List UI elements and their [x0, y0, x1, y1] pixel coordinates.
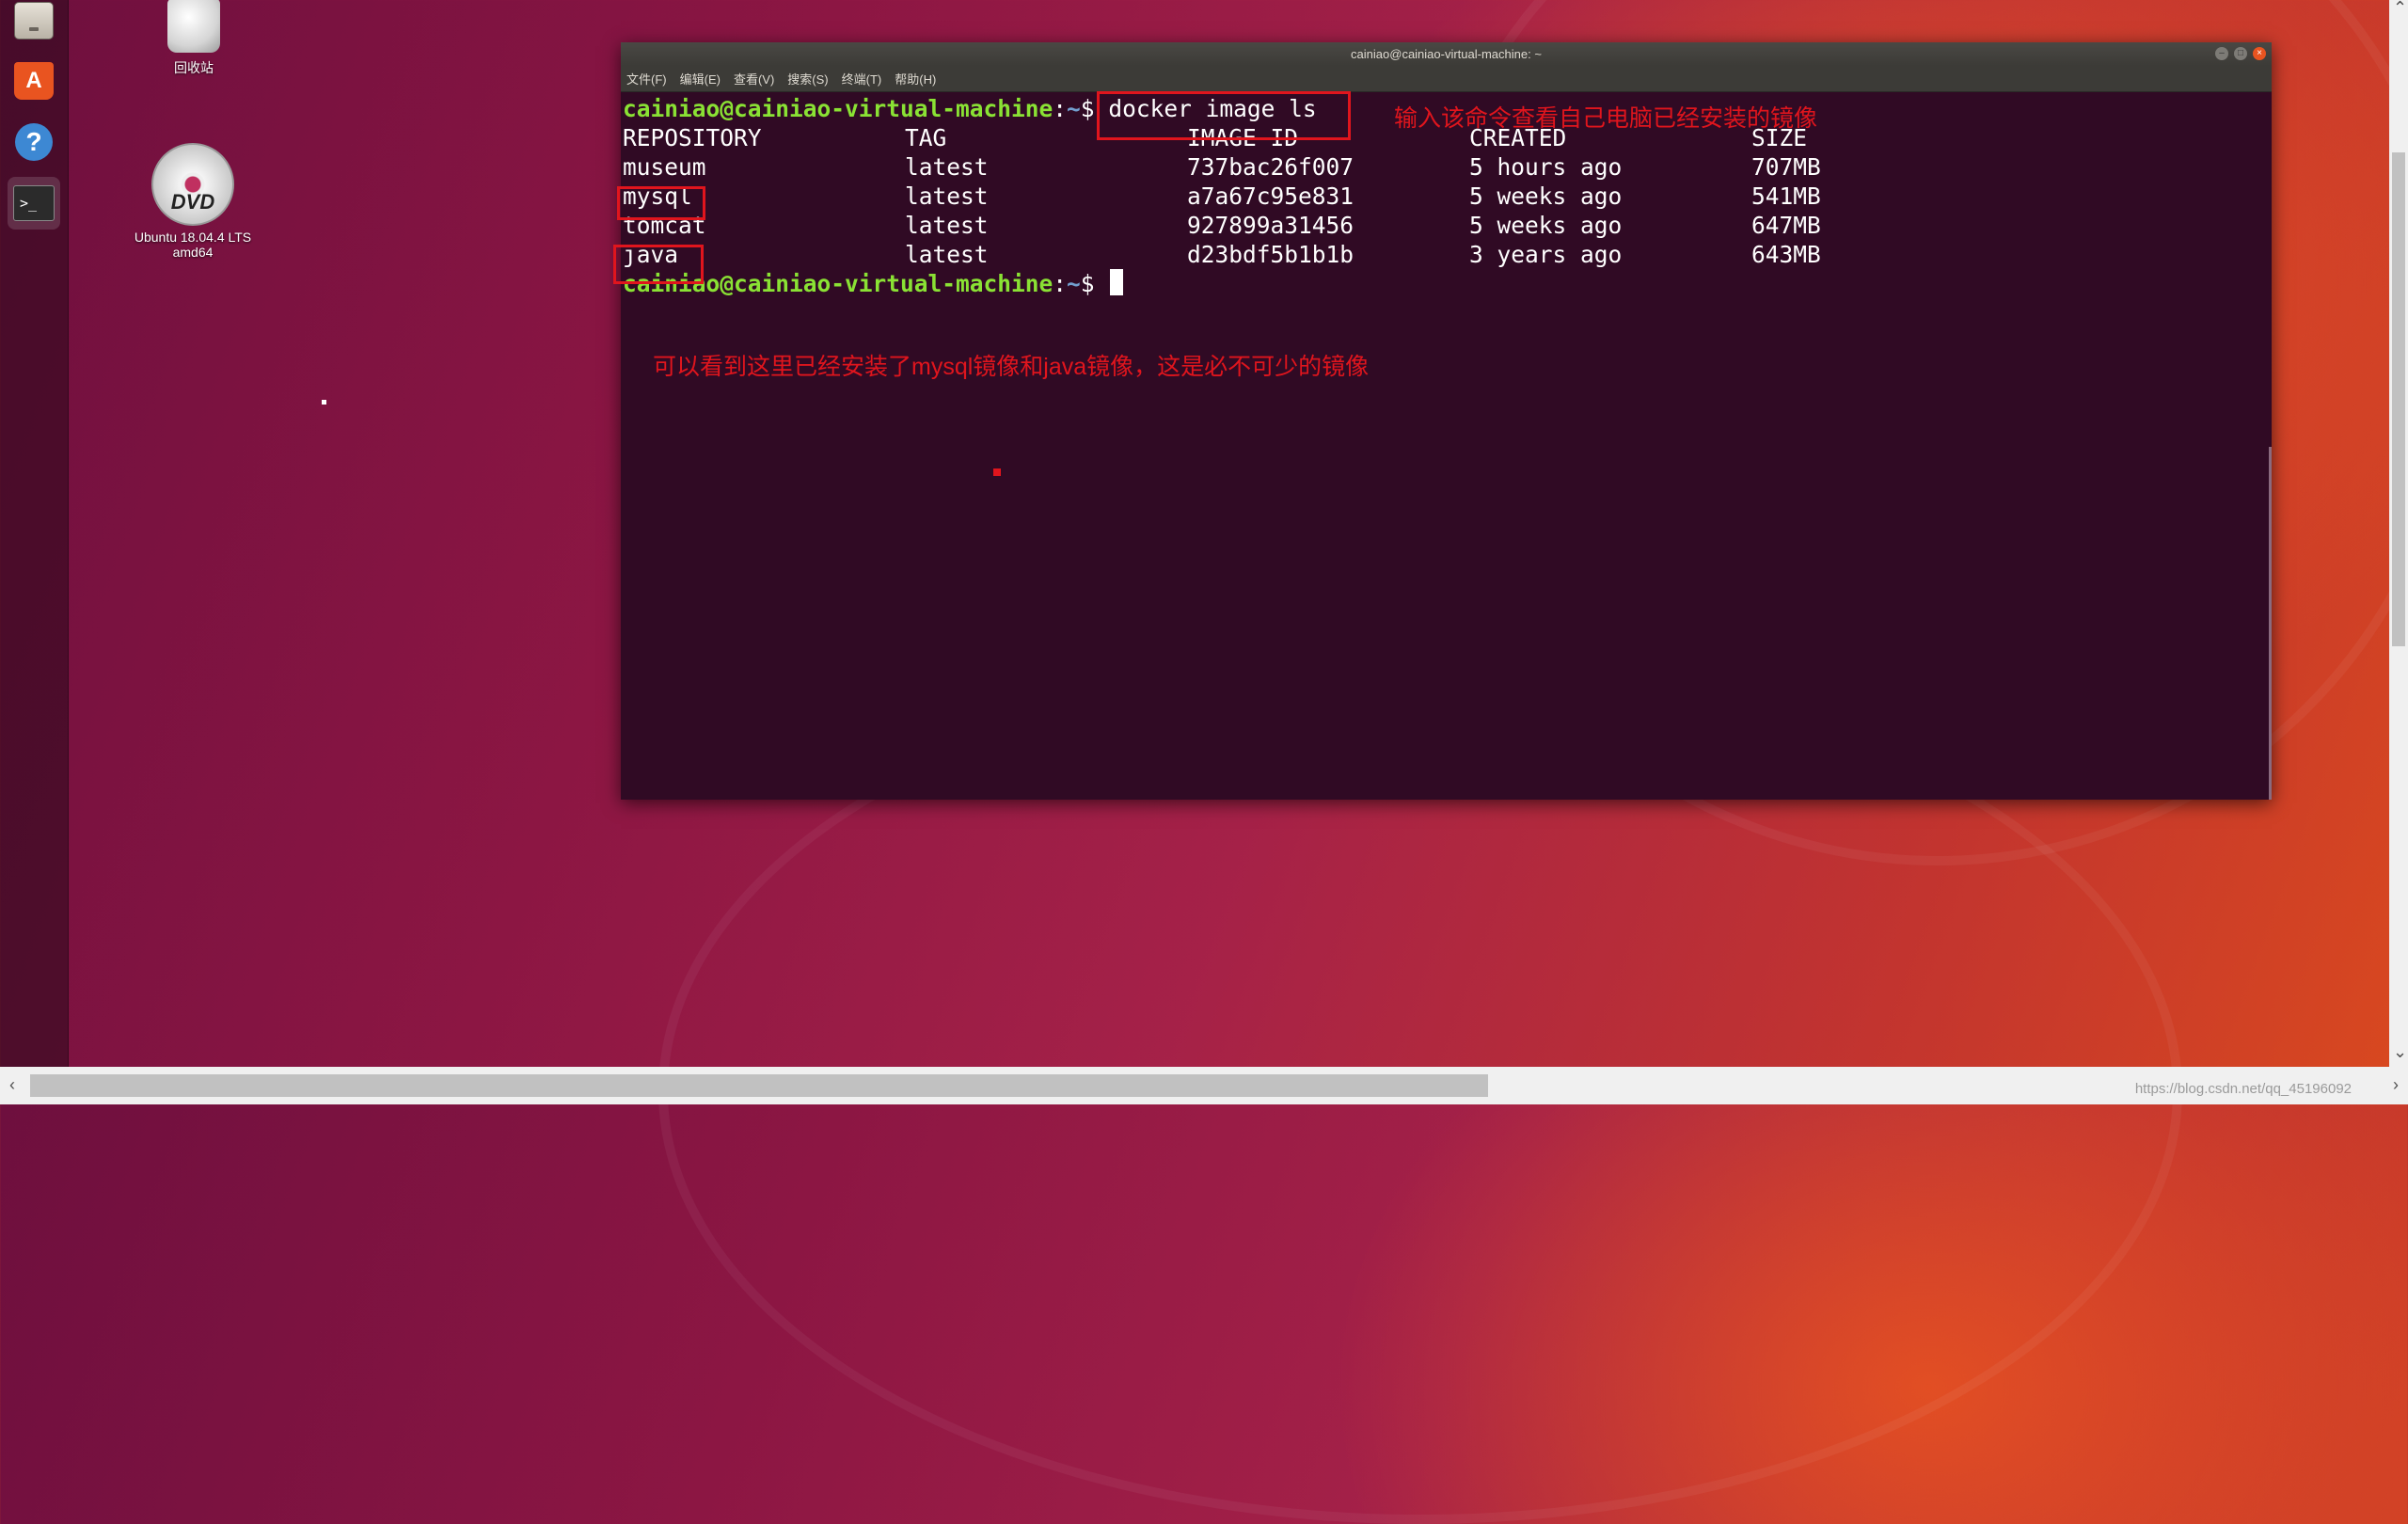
cell-tag: latest [905, 241, 989, 268]
maximize-button[interactable]: □ [2234, 47, 2247, 60]
terminal-titlebar[interactable]: cainiao@cainiao-virtual-machine: ~ – □ × [621, 42, 2272, 66]
command-annotation: 输入该命令查看自己电脑已经安装的镜像 [1394, 105, 1818, 132]
menu-edit[interactable]: 编辑(E) [680, 70, 721, 87]
menu-help[interactable]: 帮助(H) [895, 70, 936, 87]
trash-label: 回收站 [174, 60, 214, 75]
window-title: cainiao@cainiao-virtual-machine: ~ [1351, 47, 1542, 61]
cell-repository: museum [623, 153, 706, 181]
command-highlight-box [1097, 91, 1351, 140]
terminal-menubar: 文件(F) 编辑(E) 查看(V) 搜索(S) 终端(T) 帮助(H) [621, 66, 2272, 92]
cell-created: 5 hours ago [1469, 153, 1623, 181]
desktop-trash[interactable]: 回收站 [156, 0, 231, 77]
cell-size: 643MB [1751, 241, 1821, 268]
window-controls: – □ × [2215, 47, 2266, 60]
summary-annotation: 可以看到这里已经安装了mysql镜像和java镜像，这是必不可少的镜像 [653, 354, 1370, 380]
minimize-button[interactable]: – [2215, 47, 2228, 60]
prompt-dollar: $ [1080, 270, 1109, 297]
cell-image-id: 737bac26f007 [1187, 153, 1354, 181]
cell-size: 707MB [1751, 153, 1821, 181]
launcher-dock: A ? >_ [0, 0, 69, 1072]
prompt-path: ~ [1067, 95, 1081, 122]
prompt-user: cainiao@cainiao-virtual-machine [623, 95, 1054, 122]
horizontal-scrollbar-thumb[interactable] [30, 1074, 1488, 1097]
trash-icon [167, 0, 220, 53]
cell-created: 5 weeks ago [1469, 212, 1623, 239]
cell-created: 3 years ago [1469, 241, 1623, 268]
cell-image-id: d23bdf5b1b1b [1187, 241, 1354, 268]
scroll-right-arrow[interactable]: › [2393, 1075, 2399, 1095]
table-row: museum latest 737bac26f007 5 hours ago 707MB [623, 152, 2272, 182]
file-cabinet-icon [14, 2, 54, 40]
dvd-badge: DVD [170, 190, 215, 214]
prompt-line: cainiao@cainiao-virtual-machine: ~ $ [623, 269, 2272, 298]
cell-tag: latest [905, 183, 989, 210]
desktop-dvd-drive[interactable]: DVD Ubuntu 18.04.4 LTS amd64 [122, 143, 263, 260]
menu-view[interactable]: 查看(V) [734, 70, 774, 87]
menu-terminal[interactable]: 终端(T) [842, 70, 882, 87]
cell-size: 541MB [1751, 183, 1821, 210]
terminal-window[interactable]: cainiao@cainiao-virtual-machine: ~ – □ ×… [621, 42, 2272, 800]
dvd-label-line1: Ubuntu 18.04.4 LTS [134, 230, 252, 245]
cell-created: 5 weeks ago [1469, 183, 1623, 210]
shopping-bag-icon: A [14, 62, 54, 100]
text-cursor [1110, 269, 1124, 295]
cell-image-id: a7a67c95e831 [1187, 183, 1354, 210]
cell-tag: latest [905, 212, 989, 239]
cell-image-id: 927899a31456 [1187, 212, 1354, 239]
mysql-highlight-box [617, 186, 705, 220]
java-highlight-box [613, 245, 704, 284]
header-repository: REPOSITORY [623, 124, 762, 151]
prompt-path: ~ [1067, 270, 1081, 297]
vertical-scrollbar-thumb[interactable] [2392, 152, 2405, 646]
dock-terminal-launcher[interactable]: >_ [8, 177, 60, 230]
menu-file[interactable]: 文件(F) [626, 70, 667, 87]
annotation-dot [993, 468, 1001, 476]
table-row: tomcat latest 927899a31456 5 weeks ago 647MB [623, 211, 2272, 240]
scroll-left-arrow[interactable]: ‹ [9, 1075, 15, 1095]
table-row: java latest d23bdf5b1b1b 3 years ago 643MB [623, 240, 2272, 269]
watermark-text: https://blog.csdn.net/qq_45196092 [2134, 1081, 2352, 1097]
terminal-scrollbar[interactable] [2269, 447, 2272, 800]
vertical-scrollbar[interactable]: ⌃ ⌄ [2389, 0, 2408, 1067]
close-button[interactable]: × [2253, 47, 2266, 60]
scroll-up-arrow[interactable]: ⌃ [2393, 0, 2407, 18]
dock-help-launcher[interactable]: ? [8, 116, 60, 168]
dvd-disc-icon: DVD [151, 143, 234, 226]
menu-search[interactable]: 搜索(S) [787, 70, 828, 87]
prompt-separator: : [1053, 270, 1068, 297]
stray-mark [322, 400, 326, 405]
terminal-icon: >_ [13, 185, 55, 221]
cell-size: 647MB [1751, 212, 1821, 239]
cell-tag: latest [905, 153, 989, 181]
scroll-down-arrow[interactable]: ⌄ [2393, 1042, 2407, 1062]
dock-files-launcher[interactable] [8, 0, 60, 47]
horizontal-scrollbar[interactable]: ‹ › [0, 1067, 2408, 1104]
dvd-label-line2: amd64 [172, 245, 214, 260]
help-icon: ? [15, 123, 53, 161]
dock-software-launcher[interactable]: A [8, 55, 60, 107]
table-row: mysql latest a7a67c95e831 5 weeks ago 541MB [623, 182, 2272, 211]
prompt-separator: : [1053, 95, 1068, 122]
